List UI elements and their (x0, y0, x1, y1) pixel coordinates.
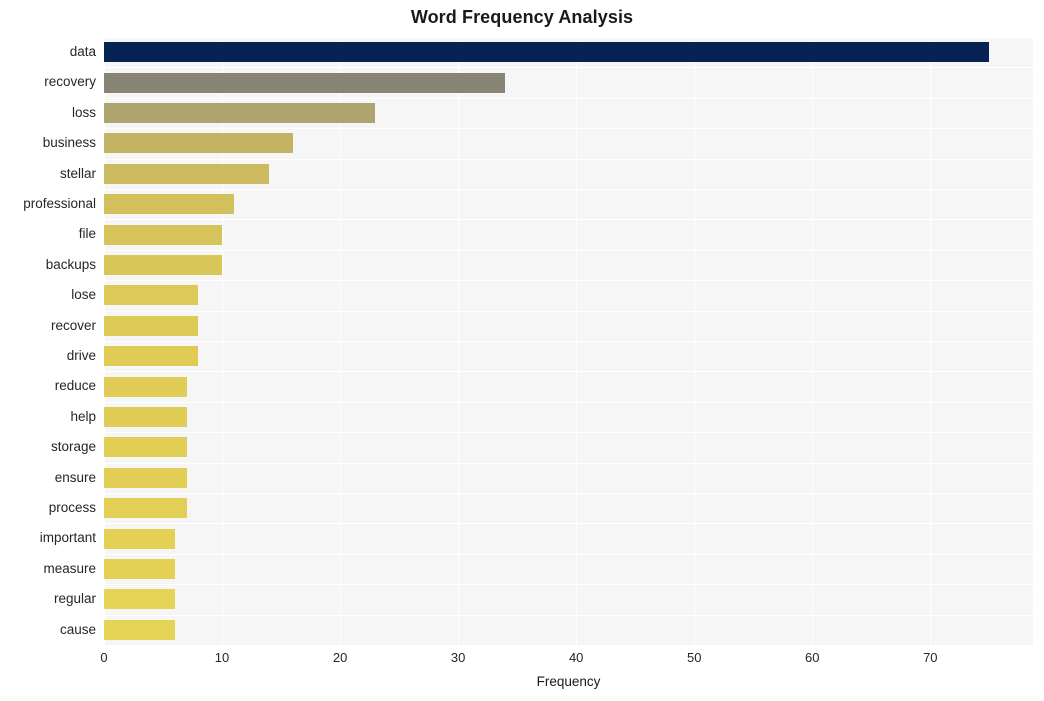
bar[interactable] (104, 376, 187, 397)
bar[interactable] (104, 72, 506, 93)
bar[interactable] (104, 42, 990, 63)
bar[interactable] (104, 589, 175, 610)
bar-row (104, 67, 1033, 97)
bar[interactable] (104, 285, 199, 306)
bar-row (104, 554, 1033, 584)
y-axis-tick-label: storage (50, 439, 96, 455)
y-axis-tick-label: drive (66, 348, 96, 363)
x-axis-label: Frequency (536, 674, 601, 689)
bar-row (104, 402, 1033, 432)
bar[interactable] (104, 194, 234, 215)
bar-row (104, 341, 1033, 371)
bar-row (104, 280, 1033, 310)
x-axis-tick-label: 0 (100, 650, 108, 665)
plot-area (104, 37, 1033, 646)
x-axis-tick-labels: 0 10 20 30 40 50 60 70 (100, 650, 1033, 670)
y-axis-tick-label: process (48, 500, 96, 515)
y-axis-tick-label: help (70, 408, 96, 424)
x-axis-tick-label: 30 (450, 650, 466, 665)
bar[interactable] (104, 254, 223, 275)
y-axis-tick-label: measure (43, 560, 96, 576)
bar-row (104, 250, 1033, 280)
bar[interactable] (104, 346, 199, 367)
y-axis-tick-label: backups (45, 256, 96, 272)
x-axis-tick-label: 10 (214, 650, 230, 665)
y-axis-tick-label: business (42, 135, 96, 151)
x-axis-tick-label: 50 (686, 650, 702, 665)
bar[interactable] (104, 163, 270, 184)
bar-row (104, 219, 1033, 249)
bar[interactable] (104, 437, 187, 458)
y-axis-tick-labels: data recovery loss business stellar professio… (0, 37, 96, 645)
y-axis-tick-label: important (39, 530, 96, 546)
bar[interactable] (104, 315, 199, 336)
bar-row (104, 523, 1033, 553)
bar[interactable] (104, 528, 175, 549)
bar[interactable] (104, 558, 175, 579)
bar-row (104, 37, 1033, 67)
y-axis-tick-label: loss (71, 104, 96, 120)
horizontal-gridline (104, 645, 1033, 646)
x-axis-tick-label: 60 (805, 650, 820, 665)
bar-row (104, 432, 1033, 462)
bar-row (104, 584, 1033, 614)
x-axis-tick-label: 70 (923, 650, 938, 665)
x-axis-tick-label: 20 (332, 650, 348, 665)
bar-row (104, 493, 1033, 523)
y-axis-tick-label: professional (23, 196, 96, 211)
y-axis-tick-label: recovery (44, 74, 96, 90)
y-axis-tick-label: stellar (59, 165, 96, 181)
y-axis-tick-label: data (69, 44, 96, 59)
y-axis-tick-label: recover (50, 317, 96, 333)
bar-row (104, 159, 1033, 189)
bar[interactable] (104, 102, 376, 123)
y-axis-tick-label: lose (71, 287, 96, 303)
bar-row (104, 128, 1033, 158)
bar[interactable] (104, 133, 293, 154)
y-axis-tick-label: file (78, 226, 96, 242)
bar[interactable] (104, 406, 187, 427)
bar-row (104, 311, 1033, 341)
bar-row (104, 98, 1033, 128)
y-axis-tick-label: ensure (54, 469, 96, 485)
word-frequency-chart-figure: Word Frequency Analysis data recovery loss… (0, 0, 1044, 701)
bar[interactable] (104, 467, 187, 488)
bar-row (104, 189, 1033, 219)
bar-row (104, 463, 1033, 493)
bar-row (104, 371, 1033, 401)
bar[interactable] (104, 224, 223, 245)
y-axis-tick-label: regular (53, 591, 96, 607)
page-title: Word Frequency Analysis (410, 7, 634, 27)
x-axis-tick-label: 40 (568, 650, 584, 665)
bar-row (104, 615, 1033, 645)
y-axis-tick-label: reduce (54, 378, 96, 394)
bar[interactable] (104, 619, 175, 640)
y-axis-tick-label: cause (59, 621, 96, 637)
bar[interactable] (104, 498, 187, 519)
